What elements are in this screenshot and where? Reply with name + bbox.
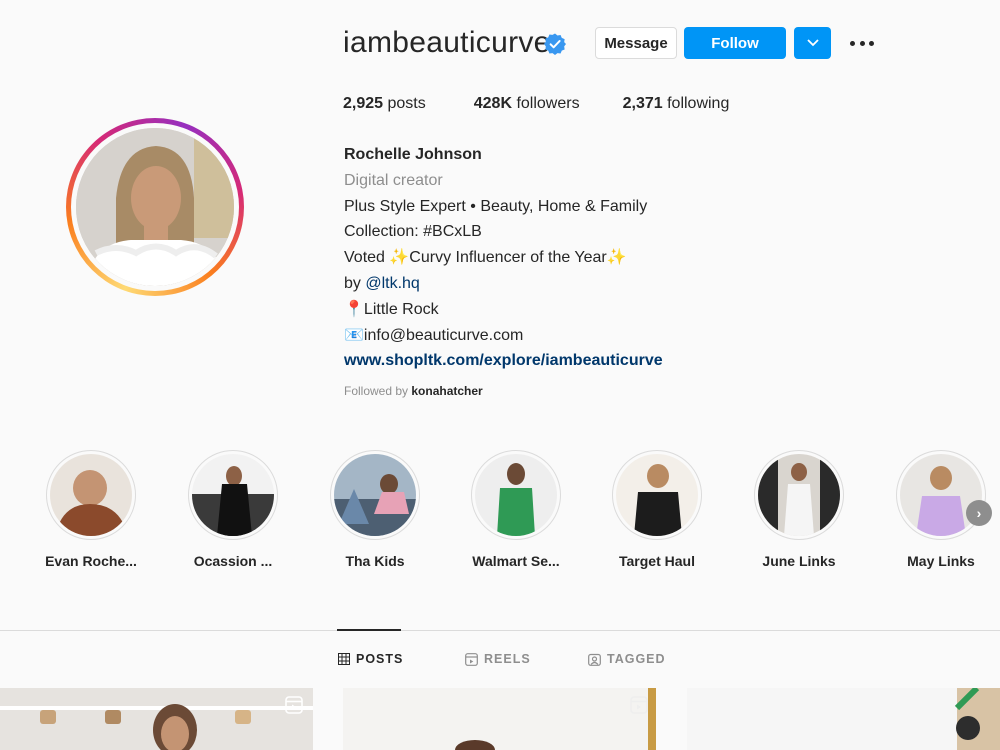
more-options-icon[interactable]	[850, 34, 874, 52]
email-line: 📧info@beauticurve.com	[344, 326, 524, 344]
highlight-label: May Links	[907, 553, 975, 569]
highlight-cover	[50, 454, 132, 536]
bio-line: Voted ✨Curvy Influencer of the Year✨	[344, 249, 627, 267]
tab-posts[interactable]: POSTS	[338, 652, 403, 666]
chevron-down-icon	[806, 39, 819, 47]
category-label: Digital creator	[344, 171, 443, 189]
followed-by-text: Followed by konahatcher	[344, 384, 483, 398]
tagged-icon	[588, 653, 601, 666]
story-highlight[interactable]: Target Haul	[612, 450, 702, 569]
story-highlight[interactable]: Tha Kids	[330, 450, 420, 569]
highlight-label: June Links	[762, 553, 836, 569]
verified-badge-icon	[544, 33, 566, 55]
highlight-cover	[758, 454, 840, 536]
highlights-next-icon[interactable]: ›	[966, 500, 992, 526]
highlight-cover	[475, 454, 557, 536]
tab-reels[interactable]: REELS	[465, 652, 531, 666]
avatar-photo	[76, 128, 234, 286]
location-line: 📍Little Rock	[344, 300, 439, 318]
story-highlight[interactable]: Ocassion ...	[188, 450, 278, 569]
posts-stat: 2,925 posts	[343, 95, 426, 112]
message-button[interactable]: Message	[595, 27, 677, 59]
highlight-cover	[616, 454, 698, 536]
following-stat[interactable]: 2,371 following	[623, 95, 730, 113]
website-link[interactable]: www.shopltk.com/explore/iambeauticurve	[344, 348, 744, 374]
followers-stat[interactable]: 428K followers	[474, 95, 580, 113]
highlight-label: Target Haul	[619, 553, 695, 569]
profile-bio: Rochelle Johnson Digital creator Plus St…	[344, 142, 744, 374]
highlight-label: Ocassion ...	[193, 553, 273, 569]
bio-line: Collection: #BCxLB	[344, 223, 482, 241]
highlight-label: Walmart Se...	[472, 553, 560, 569]
story-highlight[interactable]: Walmart Se...	[471, 450, 561, 569]
highlight-label: Evan Roche...	[45, 553, 137, 569]
story-highlight[interactable]: Evan Roche...	[45, 450, 137, 569]
grid-icon	[338, 653, 350, 665]
follow-button[interactable]: Follow	[684, 27, 786, 59]
bio-line: Plus Style Expert • Beauty, Home & Famil…	[344, 197, 648, 215]
profile-username: iambeauticurve	[343, 26, 551, 59]
reel-indicator-icon	[630, 696, 648, 714]
highlight-cover	[334, 454, 416, 536]
tab-tagged[interactable]: TAGGED	[588, 652, 666, 666]
highlight-cover	[192, 454, 274, 536]
profile-avatar[interactable]	[66, 118, 244, 296]
story-highlight[interactable]: June Links	[754, 450, 844, 569]
reel-indicator-icon	[285, 696, 303, 714]
post-thumbnail[interactable]	[343, 688, 656, 750]
profile-stats: 2,925 posts 428K followers 2,371 followi…	[343, 95, 769, 113]
full-name: Rochelle Johnson	[344, 146, 482, 163]
highlight-cover	[900, 454, 982, 536]
highlight-label: Tha Kids	[345, 553, 405, 569]
active-tab-indicator	[337, 629, 401, 631]
mention-link[interactable]: @ltk.hq	[365, 275, 419, 292]
bio-line: by @ltk.hq	[344, 274, 420, 292]
post-thumbnail[interactable]	[687, 688, 1000, 750]
post-thumbnail[interactable]	[0, 688, 313, 750]
tabs-divider	[0, 630, 1000, 631]
story-highlight[interactable]: May Links	[896, 450, 986, 569]
reels-icon	[465, 652, 478, 666]
followed-by-user-link[interactable]: konahatcher	[411, 384, 482, 398]
suggested-dropdown-button[interactable]	[794, 27, 831, 59]
